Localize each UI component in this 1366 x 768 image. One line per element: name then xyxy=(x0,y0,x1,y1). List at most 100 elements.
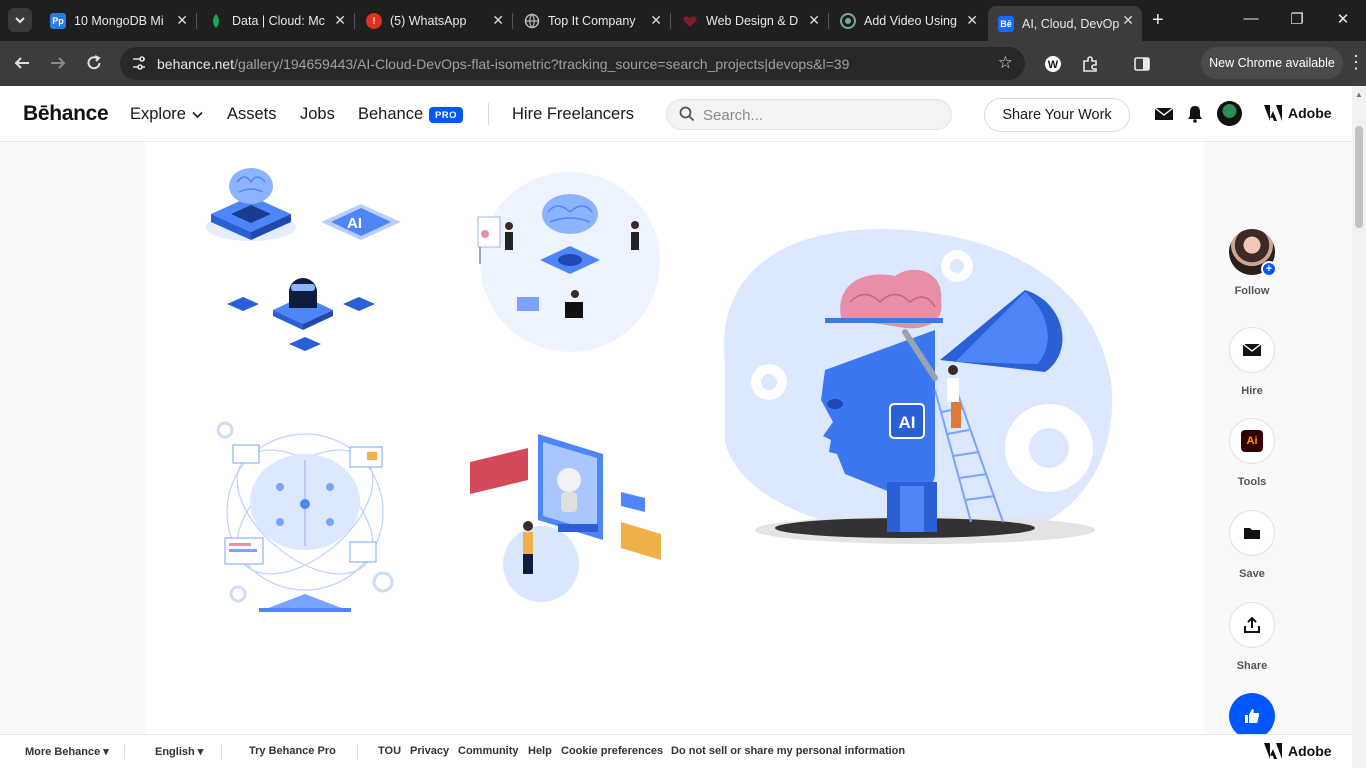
footer-link-cookie-preferences[interactable]: Cookie preferences xyxy=(561,745,663,757)
bookmark-star-icon[interactable]: ☆ xyxy=(998,53,1013,73)
nav-hire-freelancers[interactable]: Hire Freelancers xyxy=(512,105,634,124)
browser-tab-active[interactable]: Bē AI, Cloud, DevOp ✕ xyxy=(988,6,1142,41)
tools-action[interactable]: Ai Tools xyxy=(1229,418,1275,488)
tab-divider xyxy=(512,13,513,29)
extensions-puzzle-icon[interactable] xyxy=(1079,53,1101,75)
close-tab-icon[interactable]: ✕ xyxy=(176,12,188,29)
behance-logo[interactable]: Bēhance xyxy=(23,102,109,126)
nav-jobs[interactable]: Jobs xyxy=(300,105,335,124)
try-behance-pro-link[interactable]: Try Behance Pro xyxy=(249,745,336,757)
footer-link-help[interactable]: Help xyxy=(528,745,552,757)
caret-down-icon: ▾ xyxy=(197,746,204,758)
tab-search-button[interactable] xyxy=(8,8,32,32)
browser-tab[interactable]: Top It Company ✕ xyxy=(514,6,670,35)
footer-link-tou[interactable]: TOU xyxy=(378,745,401,757)
more-menu-icon[interactable]: ⋮ xyxy=(1347,52,1365,73)
appreciate-button[interactable] xyxy=(1229,693,1275,739)
scrollbar-thumb[interactable] xyxy=(1355,126,1363,228)
tab-title: Web Design & D xyxy=(706,13,799,28)
brain-hub-illustration xyxy=(477,172,660,352)
mongodb-leaf-icon xyxy=(208,13,224,29)
user-avatar[interactable] xyxy=(1217,101,1242,126)
minimize-button[interactable]: — xyxy=(1236,10,1266,27)
illustrator-icon: Ai xyxy=(1241,430,1263,452)
browser-tab[interactable]: Data | Cloud: Mc ✕ xyxy=(198,6,354,35)
tab-title: 10 MongoDB Mi xyxy=(74,13,164,28)
project-actions-rail: + Follow Hire Ai Tools Save Share xyxy=(1204,142,1352,739)
caret-down-icon: ▾ xyxy=(103,746,109,758)
close-tab-icon[interactable]: ✕ xyxy=(808,12,820,29)
follow-action[interactable]: + Follow xyxy=(1229,229,1277,297)
restore-button[interactable]: ❐ xyxy=(1282,10,1312,28)
chevron-down-icon xyxy=(15,17,25,24)
browser-tab[interactable]: ! (5) WhatsApp ✕ xyxy=(356,6,512,35)
adobe-label: Adobe xyxy=(1288,105,1332,121)
chatgpt-icon xyxy=(840,12,856,29)
close-tab-icon[interactable]: ✕ xyxy=(1122,12,1134,29)
back-arrow-icon[interactable] xyxy=(13,54,31,77)
language-dropdown[interactable]: English ▾ xyxy=(155,745,203,758)
footer-divider xyxy=(221,744,222,759)
hire-button[interactable] xyxy=(1229,327,1275,373)
header-divider xyxy=(488,103,489,125)
nav-behance-pro[interactable]: Behance xyxy=(358,105,423,124)
pro-badge[interactable]: PRO xyxy=(429,107,463,123)
side-panel-icon[interactable] xyxy=(1131,53,1153,75)
footer-divider xyxy=(357,744,358,759)
nav-explore[interactable]: Explore xyxy=(130,105,203,124)
close-tab-icon[interactable]: ✕ xyxy=(334,12,346,29)
close-tab-icon[interactable]: ✕ xyxy=(650,12,662,29)
site-footer: More Behance ▾ English ▾ Try Behance Pro… xyxy=(0,734,1352,768)
save-button[interactable] xyxy=(1229,510,1275,556)
ai-chip-illustration: AI xyxy=(206,168,401,351)
hire-label: Hire xyxy=(1241,385,1263,397)
address-bar[interactable]: behance.net/gallery/194659443/AI-Cloud-D… xyxy=(120,47,1025,80)
notification-bell-icon[interactable] xyxy=(1185,105,1205,123)
close-tab-icon[interactable]: ✕ xyxy=(966,12,978,29)
project-canvas: AI AI xyxy=(145,142,1204,734)
share-action[interactable]: Share xyxy=(1229,602,1275,672)
appreciate-action[interactable] xyxy=(1229,693,1275,739)
scroll-up-arrow-icon[interactable]: ▲ xyxy=(1355,90,1363,99)
new-tab-button[interactable]: + xyxy=(1152,10,1164,30)
site-settings-icon[interactable] xyxy=(130,54,148,72)
footer-link-privacy[interactable]: Privacy xyxy=(410,745,449,757)
behance-icon: Bē xyxy=(998,15,1014,32)
globe-icon xyxy=(524,13,540,29)
search-bar[interactable] xyxy=(666,99,952,130)
adobe-icon xyxy=(1264,105,1282,121)
footer-divider xyxy=(124,744,125,759)
adobe-logo[interactable]: Adobe xyxy=(1264,105,1332,121)
share-your-work-button[interactable]: Share Your Work xyxy=(984,98,1130,132)
tab-title: Add Video Using xyxy=(864,13,957,28)
premiere-pro-icon: Pp xyxy=(50,12,66,29)
owner-avatar[interactable]: + xyxy=(1229,229,1277,277)
more-behance-dropdown[interactable]: More Behance ▾ xyxy=(25,745,109,758)
update-chrome-button[interactable]: New Chrome available xyxy=(1201,47,1343,79)
browser-tab[interactable]: Add Video Using ✕ xyxy=(830,6,986,35)
nav-assets[interactable]: Assets xyxy=(227,105,277,124)
footer-link-do-not-sell[interactable]: Do not sell or share my personal informa… xyxy=(671,745,905,757)
mail-icon[interactable] xyxy=(1154,105,1174,123)
wappalyzer-extension-icon[interactable]: W xyxy=(1042,53,1064,75)
tab-divider xyxy=(354,13,355,29)
forward-arrow-icon[interactable] xyxy=(49,54,67,77)
brain-circuit-illustration xyxy=(216,421,394,612)
browser-tab[interactable]: Web Design & D ✕ xyxy=(672,6,828,35)
browser-tab[interactable]: Pp 10 MongoDB Mi ✕ xyxy=(40,6,196,35)
search-input[interactable] xyxy=(703,105,933,125)
close-tab-icon[interactable]: ✕ xyxy=(492,12,504,29)
hire-action[interactable]: Hire xyxy=(1229,327,1275,397)
tab-title: Data | Cloud: Mc xyxy=(232,13,325,28)
tab-title: Top It Company xyxy=(548,13,636,28)
tools-button[interactable]: Ai xyxy=(1229,418,1275,464)
share-button[interactable] xyxy=(1229,602,1275,648)
close-window-button[interactable]: ✕ xyxy=(1328,10,1358,28)
save-action[interactable]: Save xyxy=(1229,510,1275,580)
footer-link-community[interactable]: Community xyxy=(458,745,519,757)
footer-adobe-logo[interactable]: Adobe xyxy=(1264,743,1332,759)
follow-plus-icon[interactable]: + xyxy=(1261,261,1277,277)
page-scrollbar[interactable]: ▲ xyxy=(1352,86,1366,768)
reload-icon[interactable] xyxy=(85,54,103,77)
tab-divider xyxy=(196,13,197,29)
